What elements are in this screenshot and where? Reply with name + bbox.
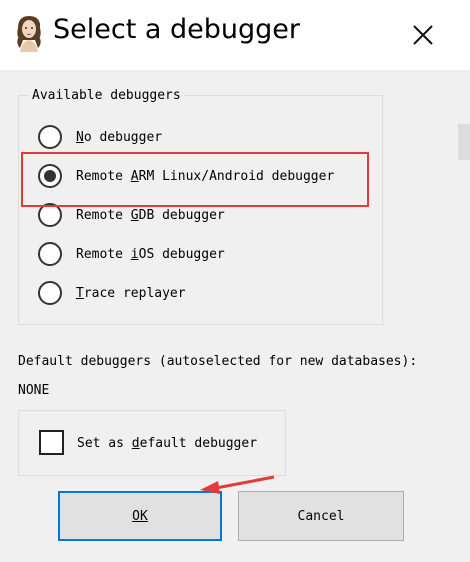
radio-button[interactable] (38, 125, 62, 149)
radio-no-debugger[interactable]: No debugger (38, 123, 162, 151)
cancel-button[interactable]: Cancel (238, 491, 404, 541)
portrait-icon (14, 14, 44, 52)
radio-trace-replayer[interactable]: Trace replayer (38, 279, 186, 307)
annotation-highlight-box (21, 152, 369, 207)
radio-button[interactable] (38, 281, 62, 305)
radio-label: Trace replayer (76, 285, 186, 301)
title-bar: Select a debugger (0, 0, 470, 70)
ok-button[interactable]: OK (58, 491, 222, 541)
annotation-arrow-icon (200, 475, 275, 494)
radio-remote-ios[interactable]: Remote iOS debugger (38, 240, 225, 268)
set-default-label: Set as default debugger (77, 436, 258, 451)
radio-button[interactable] (38, 242, 62, 266)
default-debuggers-heading: Default debuggers (autoselected for new … (18, 354, 418, 369)
radio-label: Remote iOS debugger (76, 246, 225, 262)
close-icon (413, 25, 433, 45)
window-title: Select a debugger (53, 14, 300, 45)
radio-label: Remote GDB debugger (76, 207, 225, 223)
radio-label: No debugger (76, 129, 163, 145)
ok-button-label: OK (132, 508, 148, 524)
cancel-button-label: Cancel (297, 508, 345, 524)
background-scrollbar (458, 124, 470, 160)
close-button[interactable] (404, 16, 442, 54)
default-debuggers-value: NONE (18, 383, 50, 398)
group-legend: Available debuggers (29, 88, 184, 103)
set-default-checkbox[interactable] (39, 430, 64, 455)
